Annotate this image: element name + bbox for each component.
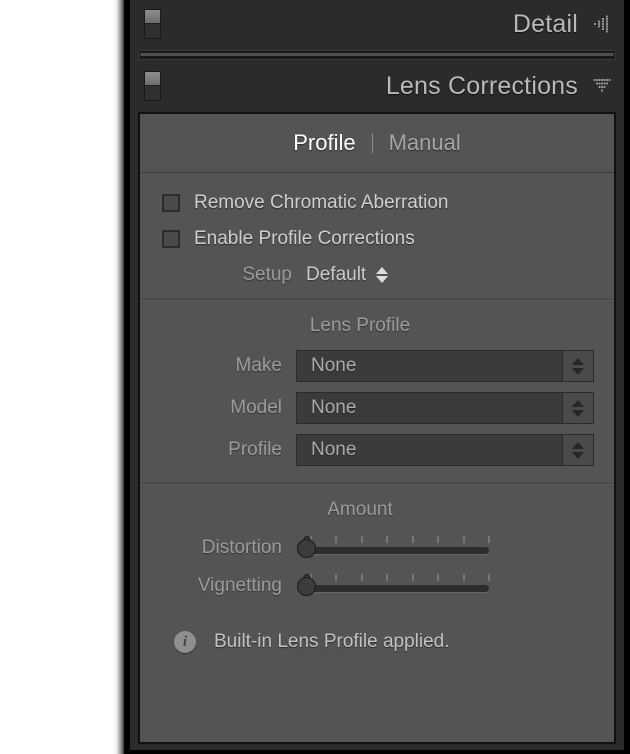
slider-ticks: [310, 536, 490, 543]
app-chrome: Detail Lens Corrections Profile Manual R…: [124, 0, 630, 754]
arrow-down: [376, 276, 389, 283]
arrow-up: [572, 441, 584, 449]
slider-ticks: [310, 574, 490, 581]
checkbox-row-enable-profile-corrections[interactable]: Enable Profile Corrections: [140, 221, 614, 257]
dropdown-row-profile: Profile None: [140, 429, 614, 471]
chrome-inner: Detail Lens Corrections Profile Manual R…: [130, 0, 624, 750]
checkbox-label: Remove Chromatic Aberration: [194, 192, 449, 213]
dropdown-profile[interactable]: None: [296, 434, 594, 466]
dropdown-row-make: Make None: [140, 345, 614, 387]
toggle-switch-top: [145, 72, 160, 86]
toggle-switch-bottom: [145, 24, 160, 38]
lens-profile-section: Lens Profile Make None Model None Profil…: [140, 301, 614, 471]
slider-track[interactable]: [299, 585, 489, 592]
lightroom-right-panel-screenshot: Detail Lens Corrections Profile Manual R…: [0, 0, 630, 754]
panel-header-lens-corrections[interactable]: Lens Corrections: [130, 62, 624, 110]
dropdown-row-model: Model None: [140, 387, 614, 429]
checkbox-enable-profile-corrections[interactable]: [162, 230, 180, 248]
slider-row-vignetting: Vignetting: [140, 567, 614, 605]
amount-title: Amount: [327, 499, 393, 520]
setup-label: Setup: [242, 264, 292, 285]
dropdown-label-model: Model: [230, 397, 282, 418]
dropdown-make[interactable]: None: [296, 350, 594, 382]
page-background-left: [0, 0, 112, 754]
panel-title-detail: Detail: [512, 9, 578, 38]
slider-row-distortion: Distortion: [140, 529, 614, 567]
setup-updown-arrows-icon[interactable]: [376, 267, 389, 283]
setup-value[interactable]: Default: [306, 264, 366, 286]
checkbox-row-remove-chromatic-aberration[interactable]: Remove Chromatic Aberration: [140, 185, 614, 221]
slider-handle-vignetting[interactable]: [297, 574, 318, 598]
arrow-up: [572, 399, 584, 407]
status-note-text: Built-in Lens Profile applied.: [214, 631, 450, 652]
info-icon: i: [174, 631, 196, 653]
tab-manual[interactable]: Manual: [373, 130, 477, 156]
handle-body: [297, 577, 316, 596]
panel-title-lens-corrections: Lens Corrections: [385, 71, 578, 100]
slider-label-vignetting: Vignetting: [197, 575, 282, 596]
arrow-down: [572, 451, 584, 459]
status-note: i Built-in Lens Profile applied.: [140, 605, 614, 653]
dropdown-label-make: Make: [235, 355, 282, 376]
panel-divider-bar: [138, 50, 616, 60]
dropdown-value-make: None: [311, 355, 357, 376]
toggle-switch-bottom: [145, 86, 160, 100]
tab-profile[interactable]: Profile: [277, 130, 371, 156]
handle-body: [297, 539, 316, 558]
panel-toggle-switch-detail[interactable]: [144, 9, 161, 39]
dropdown-value-model: None: [311, 397, 357, 418]
lens-profile-title: Lens Profile: [309, 315, 411, 336]
panel-toggle-switch-lens-corrections[interactable]: [144, 71, 161, 101]
slider-track[interactable]: [299, 547, 489, 554]
slider-vignetting[interactable]: [296, 572, 492, 600]
dropdown-label-profile: Profile: [228, 439, 282, 460]
lens-corrections-tabs: Profile Manual: [140, 114, 614, 173]
dropdown-spinner-icon[interactable]: [562, 435, 593, 465]
slider-label-distortion: Distortion: [201, 537, 282, 558]
arrow-down: [572, 367, 584, 375]
dropdown-spinner-icon[interactable]: [562, 351, 593, 381]
dropdown-spinner-icon[interactable]: [562, 393, 593, 423]
arrow-down: [572, 409, 584, 417]
lens-corrections-body: Profile Manual Remove Chromatic Aberrati…: [138, 112, 616, 744]
dropdown-value-profile: None: [311, 439, 357, 460]
dropdown-model[interactable]: None: [296, 392, 594, 424]
corrections-options-section: Remove Chromatic Aberration Enable Profi…: [140, 173, 614, 293]
slider-distortion[interactable]: [296, 534, 492, 562]
checkbox-label: Enable Profile Corrections: [194, 228, 415, 249]
amount-section: Amount Distortion Vignetting i Built-in …: [140, 485, 614, 653]
dotted-triangle-left-icon[interactable]: [590, 12, 614, 36]
dotted-triangle-down-icon[interactable]: [590, 74, 614, 98]
panel-edge-shadow: [112, 0, 124, 754]
setup-row[interactable]: Setup Default: [140, 257, 614, 293]
slider-handle-distortion[interactable]: [297, 536, 318, 560]
toggle-switch-top: [145, 10, 160, 24]
panel-header-detail[interactable]: Detail: [130, 0, 624, 48]
checkbox-remove-chromatic-aberration[interactable]: [162, 194, 180, 212]
arrow-up: [572, 357, 584, 365]
arrow-up: [376, 267, 389, 274]
